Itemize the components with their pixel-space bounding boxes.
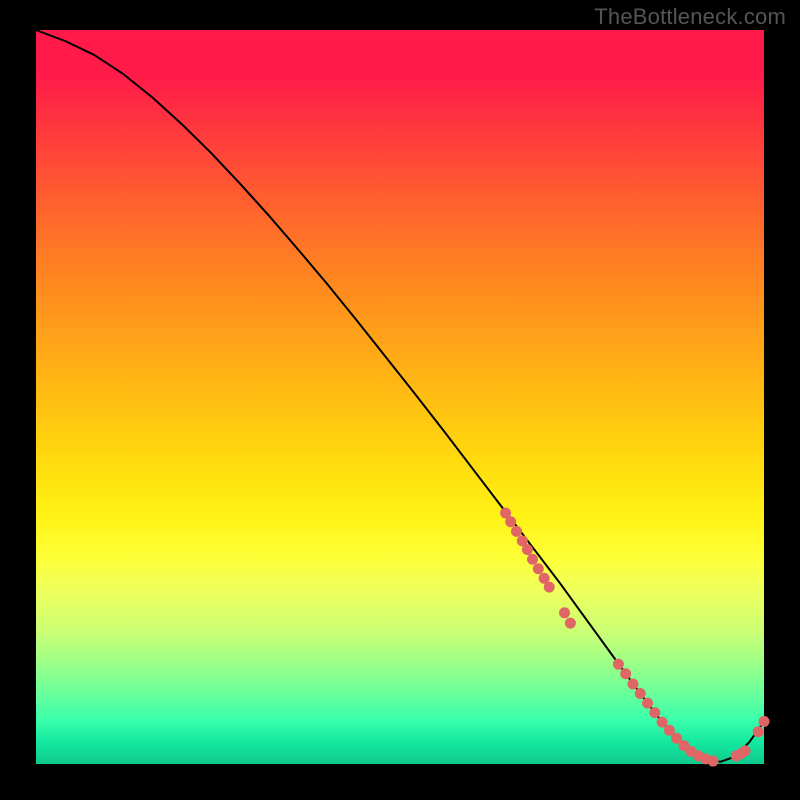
- data-point: [544, 582, 555, 593]
- data-point: [642, 698, 653, 709]
- data-point: [649, 707, 660, 718]
- bottleneck-curve: [36, 30, 764, 762]
- data-point: [559, 607, 570, 618]
- data-point: [708, 756, 719, 767]
- data-point: [522, 544, 533, 555]
- data-points: [500, 507, 769, 766]
- data-point: [527, 554, 538, 565]
- chart-svg: [36, 30, 764, 764]
- data-point: [620, 668, 631, 679]
- data-point: [613, 659, 624, 670]
- data-point: [635, 688, 646, 699]
- data-point: [759, 716, 770, 727]
- data-point: [511, 526, 522, 537]
- data-point: [627, 678, 638, 689]
- watermark-text: TheBottleneck.com: [594, 4, 786, 30]
- data-point: [533, 563, 544, 574]
- data-point: [740, 745, 751, 756]
- data-point: [753, 726, 764, 737]
- plot-area: [36, 30, 764, 764]
- data-point: [505, 516, 516, 527]
- data-point: [565, 618, 576, 629]
